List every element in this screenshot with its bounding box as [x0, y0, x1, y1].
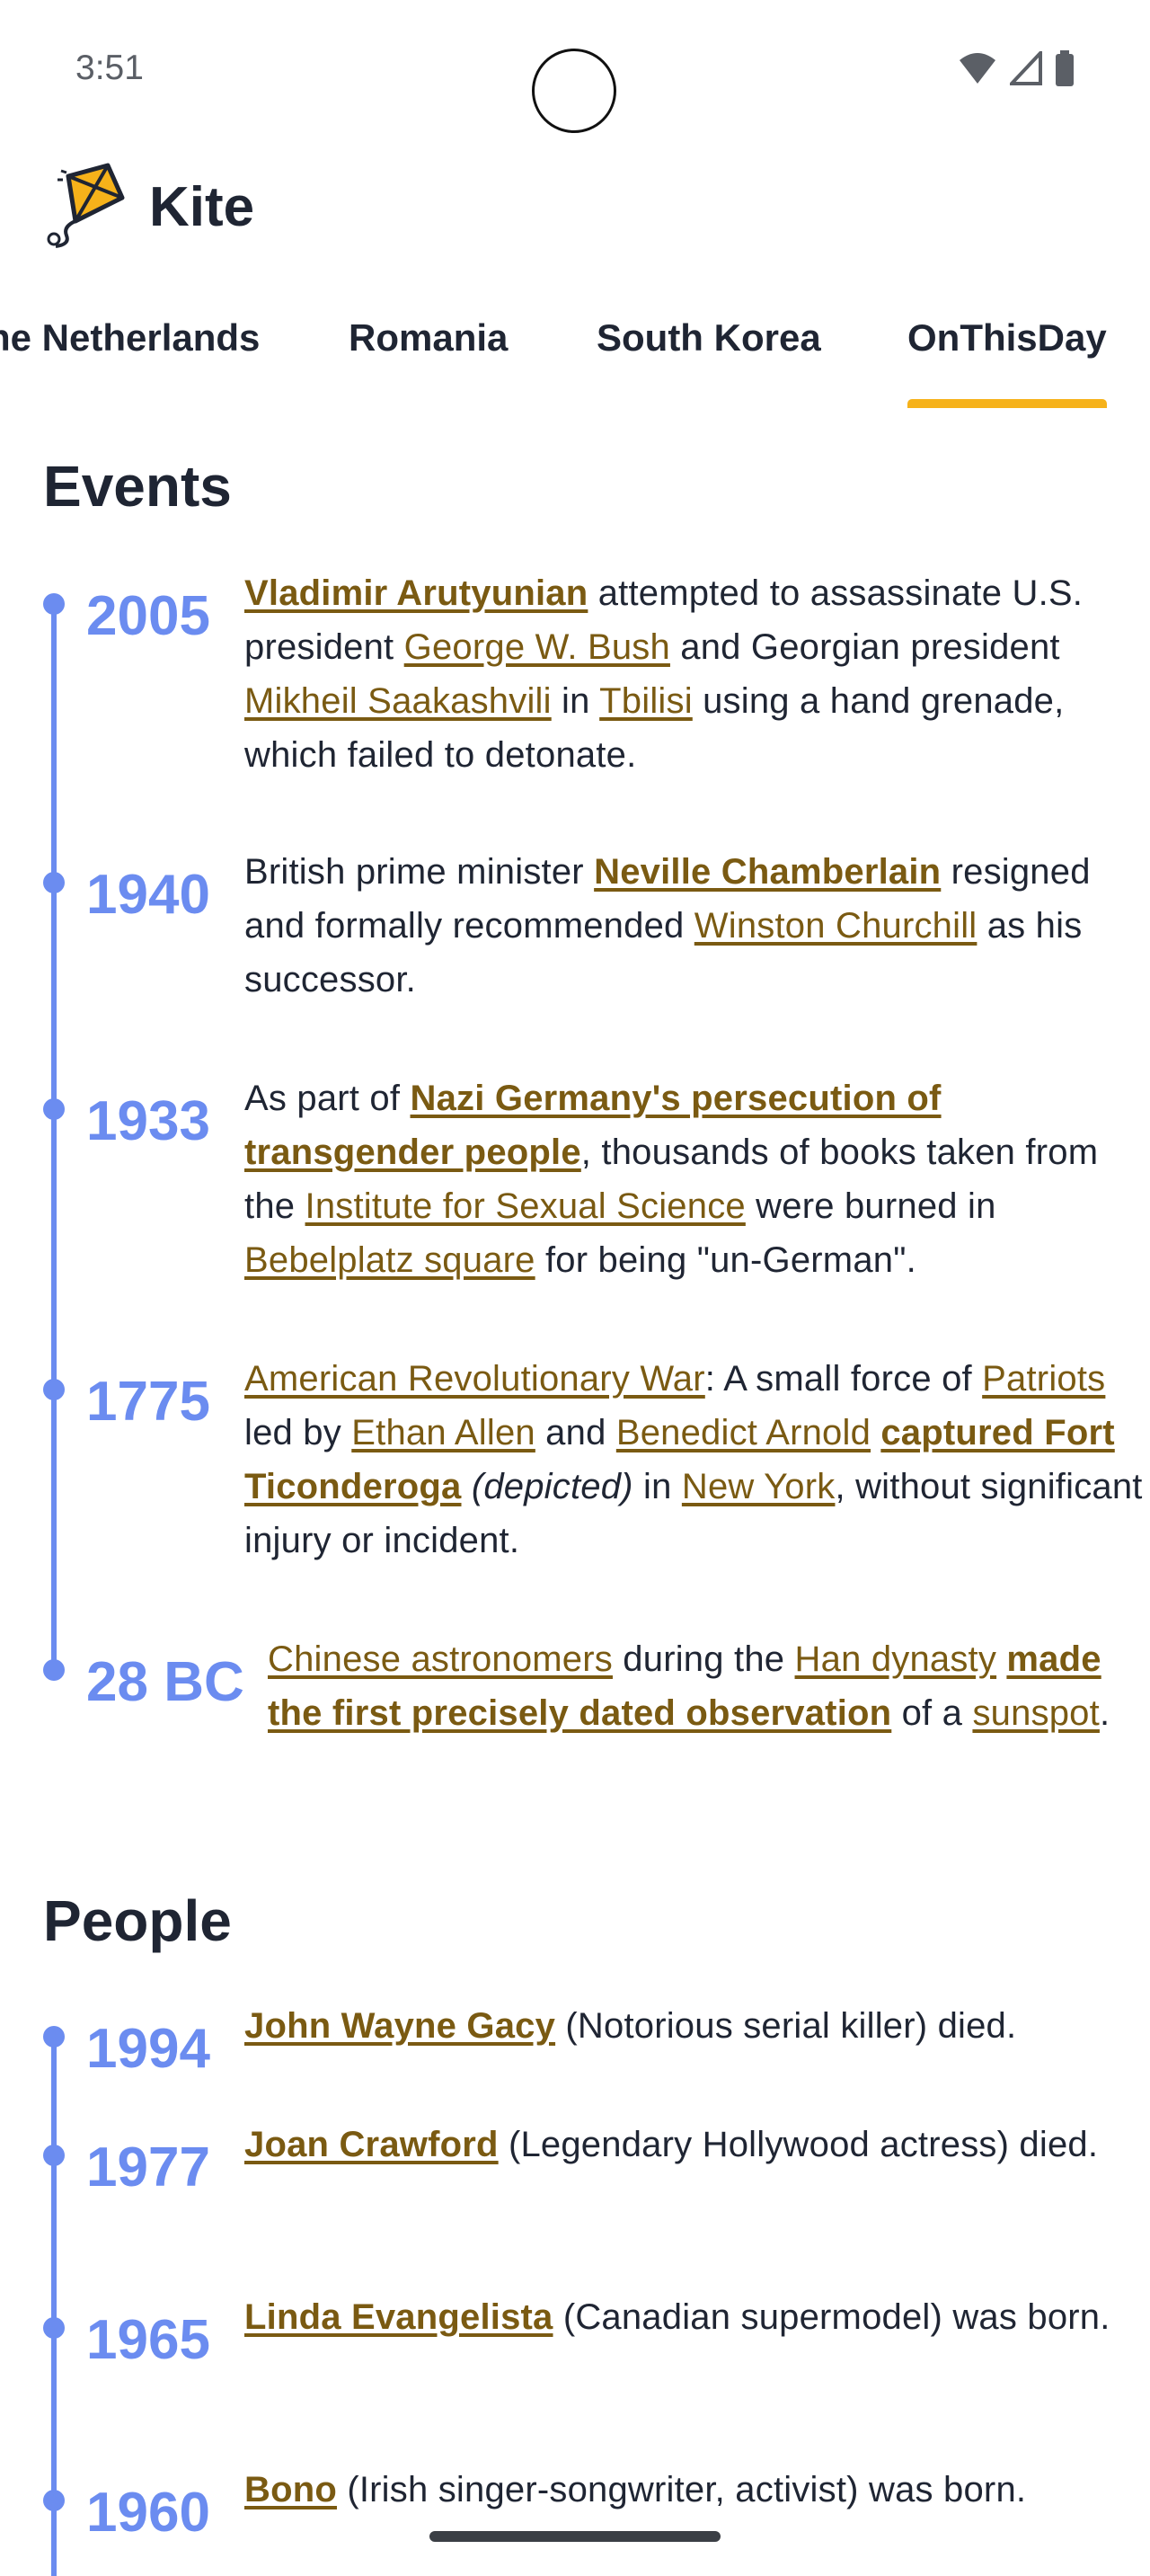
camera-cutout: [532, 49, 616, 133]
description-text: (Irish singer-songwriter, activist) was …: [337, 2470, 1027, 2509]
article-link[interactable]: Institute for Sexual Science: [305, 1186, 746, 1226]
description-text: (Notorious serial killer) died.: [555, 2006, 1017, 2046]
article-link[interactable]: sunspot: [972, 1693, 1100, 1733]
kite-logo-icon: [47, 163, 125, 248]
description-text: .: [1099, 1693, 1110, 1733]
people-timeline: 1994 John Wayne Gacy (Notorious serial k…: [43, 2006, 1130, 2576]
description-text: led by: [244, 1413, 352, 1452]
description-text: for being "un-German".: [535, 1240, 916, 1280]
active-tab-indicator: [907, 399, 1107, 408]
description-text: and Georgian president: [669, 627, 1060, 667]
article-link[interactable]: Han dynasty: [795, 1639, 997, 1679]
description-text: in: [632, 1467, 682, 1506]
timeline-dot: [43, 872, 65, 893]
event-description: As part of Nazi Germany's persecution of…: [244, 1071, 1143, 1287]
tab-south-korea[interactable]: South Korea: [597, 316, 821, 360]
person-description: John Wayne Gacy (Notorious serial killer…: [244, 1999, 1143, 2053]
article-link[interactable]: Joan Crawford: [244, 2125, 499, 2164]
person-year: 1994: [86, 2018, 210, 2080]
battery-icon: [1056, 50, 1074, 86]
event-year: 1940: [86, 864, 210, 926]
timeline-dot: [43, 2026, 65, 2047]
app-header: Kite: [43, 162, 254, 252]
status-icons: [958, 50, 1075, 86]
status-bar: 3:51: [0, 0, 1150, 135]
description-text: and: [535, 1413, 616, 1452]
wifi-icon: [960, 53, 995, 84]
emphasis-text: (depicted): [471, 1467, 633, 1506]
tab-romania[interactable]: Romania: [349, 316, 508, 360]
article-link[interactable]: Tbilisi: [599, 681, 693, 721]
event-year: 28 BC: [86, 1651, 244, 1713]
article-link[interactable]: Linda Evangelista: [244, 2297, 553, 2337]
timeline-dot: [43, 593, 65, 615]
person-description: Joan Crawford (Legendary Hollywood actre…: [244, 2118, 1143, 2172]
timeline-dot: [43, 2490, 65, 2511]
article-link[interactable]: George W. Bush: [404, 627, 670, 667]
description-text: [462, 1467, 472, 1506]
article-link[interactable]: Winston Churchill: [694, 906, 978, 946]
description-text: : A small force of: [704, 1359, 983, 1399]
article-link[interactable]: John Wayne Gacy: [244, 2006, 555, 2046]
event-year: 2005: [86, 585, 210, 647]
events-timeline-line: [51, 604, 57, 1679]
description-text: British prime minister: [244, 852, 595, 892]
timeline-dot: [43, 2145, 65, 2166]
description-text: (Canadian supermodel) was born.: [553, 2297, 1110, 2337]
status-time: 3:51: [75, 49, 144, 87]
timeline-dot: [43, 1098, 65, 1120]
description-text: of a: [891, 1693, 973, 1733]
article-link[interactable]: Mikheil Saakashvili: [244, 681, 552, 721]
article-link[interactable]: Patriots: [982, 1359, 1105, 1399]
description-text: [996, 1639, 1006, 1679]
description-text: during the: [612, 1639, 795, 1679]
person-description: Bono (Irish singer-songwriter, activist)…: [244, 2463, 1143, 2517]
timeline-dot: [43, 2317, 65, 2339]
description-text: in: [551, 681, 600, 721]
article-link[interactable]: Chinese astronomers: [268, 1639, 613, 1679]
events-section-title: Events: [43, 454, 232, 519]
article-link[interactable]: Vladimir Arutyunian: [244, 573, 588, 613]
event-year: 1775: [86, 1371, 210, 1433]
event-description: American Revolutionary War: A small forc…: [244, 1352, 1143, 1568]
person-year: 1960: [86, 2482, 210, 2544]
event-description: Vladimir Arutyunian attempted to assassi…: [244, 566, 1143, 782]
timeline-dot: [43, 1659, 65, 1681]
article-link[interactable]: Benedict Arnold: [616, 1413, 871, 1452]
description-text: were burned in: [745, 1186, 996, 1226]
person-description: Linda Evangelista (Canadian supermodel) …: [244, 2290, 1143, 2344]
event-description: Chinese astronomers during the Han dynas…: [268, 1632, 1139, 1740]
event-year: 1933: [86, 1090, 210, 1152]
person-year: 1977: [86, 2136, 210, 2198]
article-link[interactable]: Ethan Allen: [351, 1413, 535, 1452]
description-text: As part of: [244, 1079, 411, 1118]
home-indicator[interactable]: [429, 2531, 721, 2542]
category-tabs: he Netherlands Romania South Korea OnThi…: [0, 297, 1150, 408]
article-link[interactable]: Bebelplatz square: [244, 1240, 535, 1280]
app-title: Kite: [149, 175, 255, 238]
article-link[interactable]: Bono: [244, 2470, 337, 2509]
events-timeline: 2005 Vladimir Arutyunian attempted to as…: [43, 573, 1142, 1733]
article-link[interactable]: New York: [682, 1467, 836, 1506]
description-text: [871, 1413, 880, 1452]
article-link[interactable]: Neville Chamberlain: [594, 852, 941, 892]
description-text: (Legendary Hollywood actress) died.: [498, 2125, 1099, 2164]
tab-onthisday[interactable]: OnThisDay: [907, 316, 1107, 360]
person-year: 1965: [86, 2309, 210, 2371]
cellular-signal-icon: [1010, 51, 1042, 85]
event-description: British prime minister Neville Chamberla…: [244, 845, 1143, 1007]
timeline-dot: [43, 1379, 65, 1400]
tab-netherlands[interactable]: he Netherlands: [0, 316, 260, 360]
people-section-title: People: [43, 1888, 232, 1953]
article-link[interactable]: American Revolutionary War: [244, 1359, 705, 1399]
